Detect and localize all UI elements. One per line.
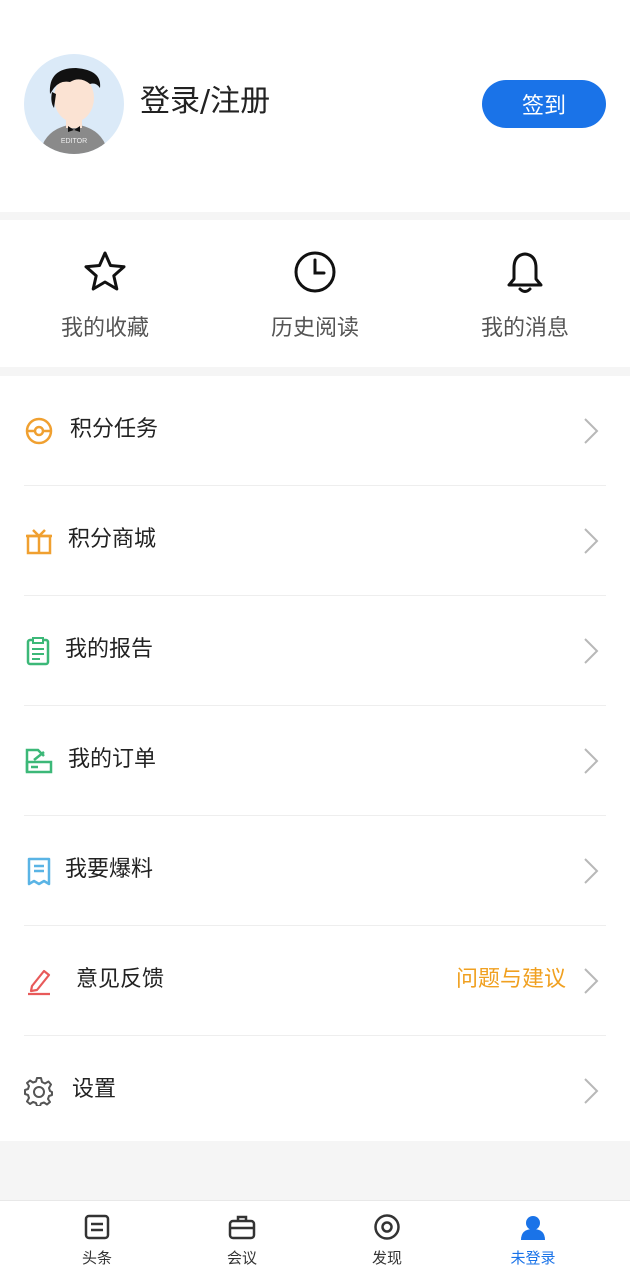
gift-icon [24, 526, 54, 556]
menu-list: 积分任务 积分商城 我的报告 我的订单 我要爆料 意见反馈 问题与建议 设置 [0, 376, 630, 1141]
menu-item-label: 意见反馈 [76, 967, 165, 992]
chevron-right-icon [582, 526, 600, 556]
menu-item-feedback[interactable]: 意见反馈 问题与建议 [24, 926, 606, 1036]
gear-icon [24, 1076, 54, 1107]
chevron-right-icon [582, 746, 600, 776]
tab-label: 发现 [371, 1249, 402, 1267]
bell-icon [501, 248, 549, 296]
menu-item-points-task[interactable]: 积分任务 [24, 376, 606, 486]
chevron-right-icon [582, 636, 600, 666]
menu-item-my-reports[interactable]: 我的报告 [24, 596, 606, 706]
chevron-right-icon [582, 416, 600, 446]
sign-in-button[interactable]: 签到 [482, 80, 606, 128]
chevron-right-icon [582, 966, 600, 996]
menu-item-submit-tip[interactable]: 我要爆料 [24, 816, 606, 926]
menu-item-my-orders[interactable]: 我的订单 [24, 706, 606, 816]
avatar[interactable]: EDITOR [24, 54, 124, 154]
tab-meetings[interactable]: 会议 [192, 1213, 292, 1268]
tab-discover[interactable]: 发现 [337, 1213, 437, 1268]
feedback-hint: 问题与建议 [455, 967, 566, 992]
discover-icon [373, 1213, 401, 1241]
menu-item-label: 我的订单 [68, 747, 157, 772]
menu-item-label: 积分任务 [70, 417, 159, 442]
history-label: 历史阅读 [270, 316, 359, 341]
bottom-tab-bar: 头条 会议 发现 未登录 [0, 1200, 630, 1281]
tab-label: 头条 [81, 1249, 112, 1267]
star-icon [81, 248, 129, 296]
news-icon [83, 1213, 111, 1241]
menu-item-label: 我要爆料 [65, 857, 154, 882]
user-icon [519, 1213, 547, 1241]
messages-label: 我的消息 [480, 316, 569, 341]
points-task-icon [24, 416, 54, 446]
tab-profile[interactable]: 未登录 [483, 1213, 583, 1268]
menu-item-label: 我的报告 [65, 637, 154, 662]
tab-label: 会议 [226, 1249, 257, 1267]
edit-icon [24, 966, 54, 996]
favorites-label: 我的收藏 [60, 316, 149, 341]
chevron-right-icon [582, 1076, 600, 1106]
favorites-button[interactable]: 我的收藏 [25, 248, 185, 342]
menu-item-label: 设置 [72, 1077, 117, 1102]
tab-label: 未登录 [510, 1249, 556, 1267]
order-icon [24, 746, 54, 776]
login-register-link[interactable]: 登录/注册 [140, 82, 270, 122]
chevron-right-icon [582, 856, 600, 886]
clipboard-icon [24, 636, 54, 666]
menu-item-points-mall[interactable]: 积分商城 [24, 486, 606, 596]
menu-item-label: 积分商城 [68, 527, 157, 552]
messages-button[interactable]: 我的消息 [445, 248, 605, 342]
history-button[interactable]: 历史阅读 [235, 248, 395, 342]
clock-icon [291, 248, 339, 296]
tab-headlines[interactable]: 头条 [47, 1213, 147, 1268]
receipt-icon [24, 856, 54, 886]
briefcase-icon [228, 1213, 256, 1241]
quick-actions: 我的收藏 历史阅读 我的消息 [0, 220, 630, 367]
profile-header: EDITOR 登录/注册 签到 [0, 0, 630, 212]
avatar-badge-text: EDITOR [60, 138, 88, 145]
menu-item-settings[interactable]: 设置 [24, 1036, 606, 1145]
